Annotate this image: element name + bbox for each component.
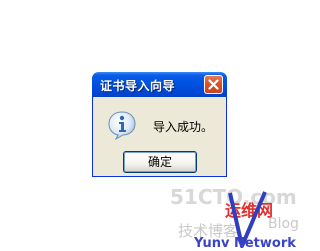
dialog-title: 证书导入向导 — [100, 79, 176, 93]
dialog-body: 导入成功。 确定 — [93, 97, 226, 177]
watermark-network: Yunv Network — [193, 236, 296, 251]
dialog-message: 导入成功。 — [153, 120, 214, 134]
ok-button[interactable]: 确定 — [123, 151, 197, 173]
site-watermark: 51CTO.com 运维网 技术博客 Blog Yunv Network — [170, 185, 299, 251]
title-bar[interactable]: 证书导入向导 — [92, 72, 227, 97]
message-dialog: 证书导入向导 导入成功。 确定 — [92, 72, 227, 177]
watermark-blog: Blog — [268, 216, 299, 232]
close-icon — [208, 79, 219, 90]
info-icon — [108, 111, 136, 140]
close-button[interactable] — [204, 75, 223, 94]
